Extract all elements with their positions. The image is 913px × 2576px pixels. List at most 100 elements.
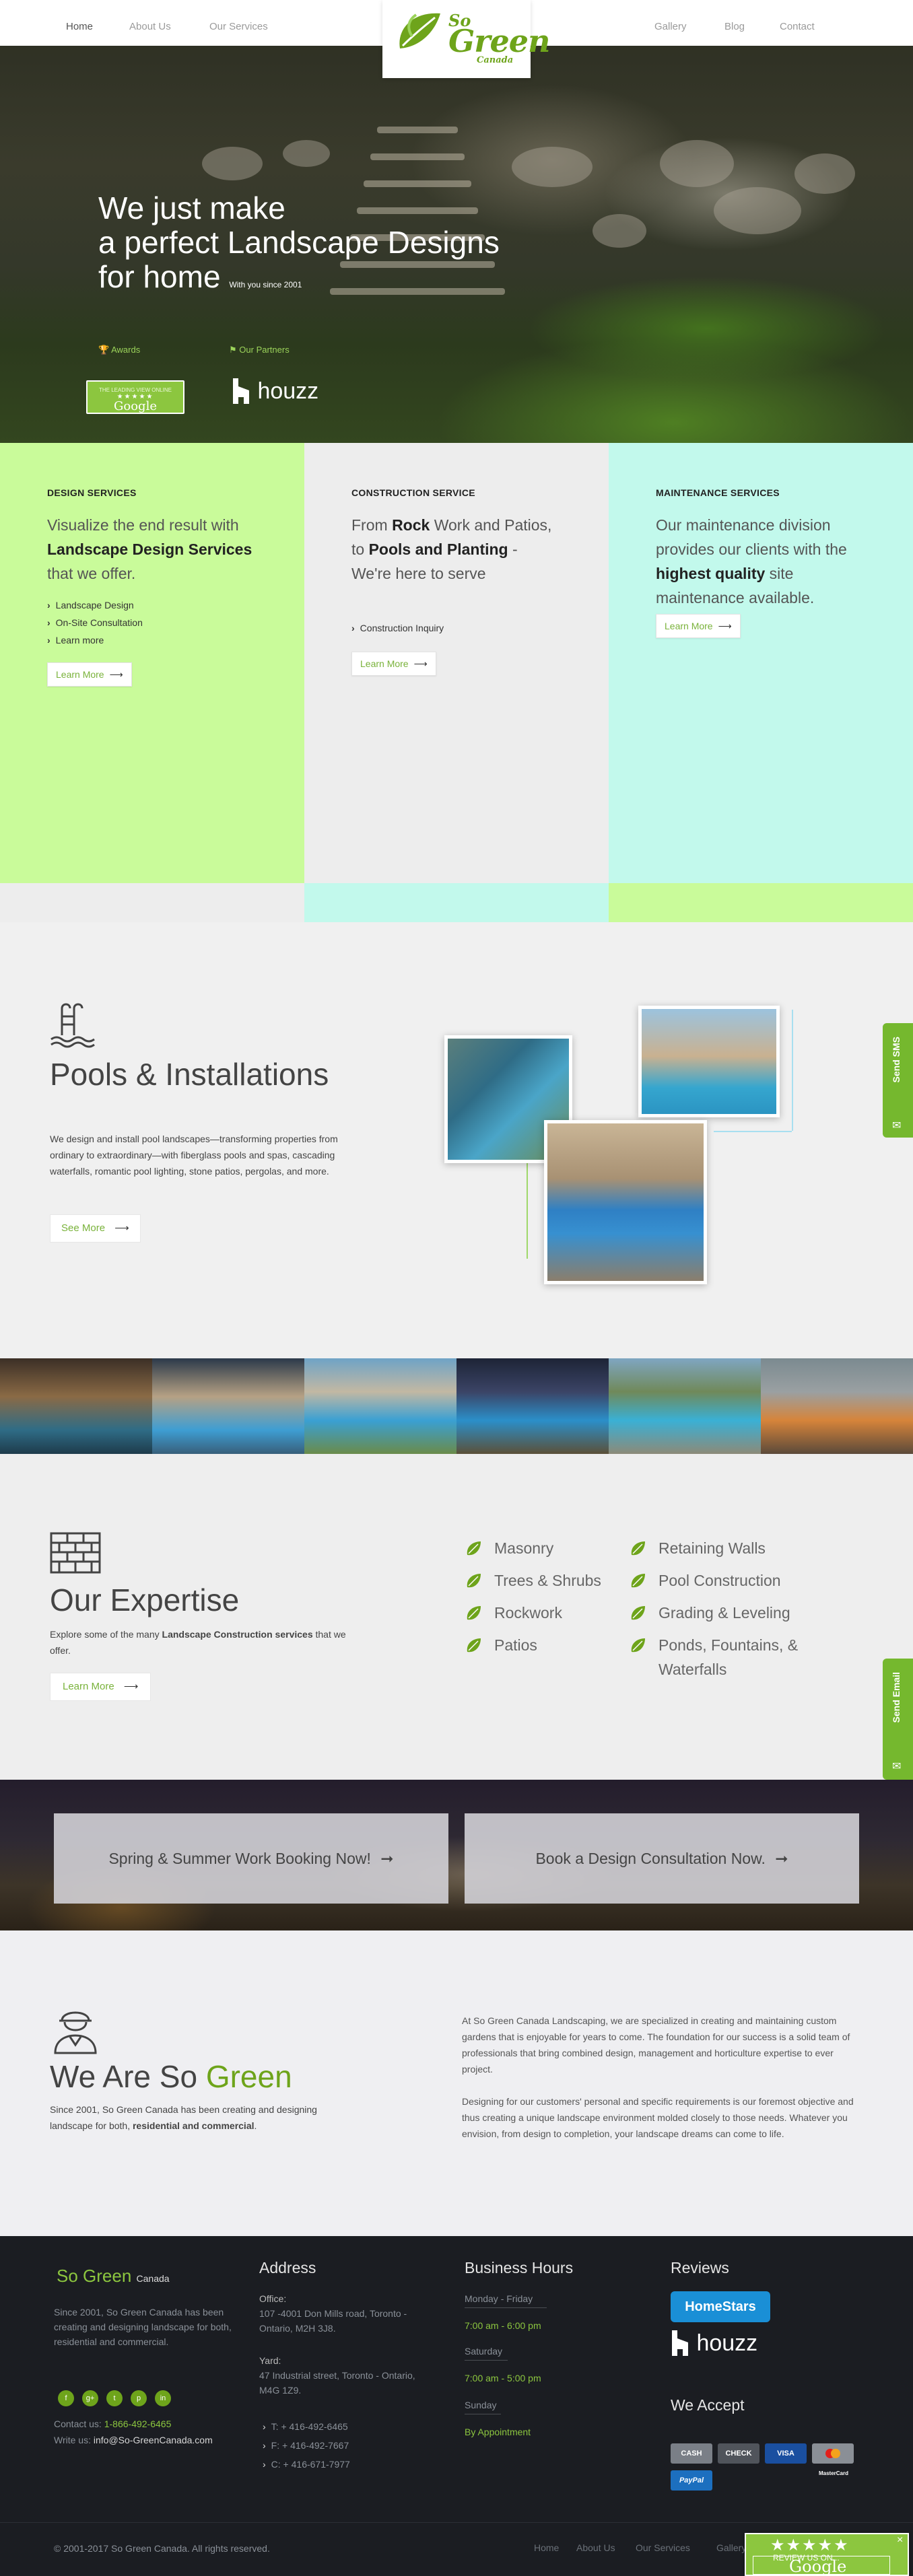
- write-email[interactable]: info@So-GreenCanada.com: [94, 2435, 213, 2445]
- design-learn-more-button[interactable]: Learn More ⟶: [47, 662, 132, 687]
- facebook-icon[interactable]: f: [58, 2390, 74, 2406]
- send-sms-label: Send SMS: [891, 1037, 902, 1083]
- linkedin-icon[interactable]: in: [155, 2390, 171, 2406]
- leaf-icon: [631, 1541, 645, 1556]
- cash-payment-icon: CASH: [671, 2443, 712, 2464]
- hours-day: Saturday: [465, 2346, 503, 2357]
- houzz-footer-logo[interactable]: houzz: [671, 2329, 778, 2360]
- contact-phone[interactable]: 1-866-492-6465: [104, 2418, 172, 2429]
- phone-line[interactable]: › C: + 416-671-7977: [263, 2457, 350, 2472]
- nav-home[interactable]: Home: [66, 21, 93, 32]
- footer-write: Write us: info@So-GreenCanada.com: [54, 2433, 229, 2447]
- hours-time: 7:00 am - 6:00 pm: [465, 2320, 541, 2331]
- desc-text: Explore some of the many: [50, 1629, 162, 1640]
- expertise-title: Our Expertise: [50, 1582, 240, 1617]
- leaf-icon: [467, 1541, 481, 1556]
- construction-service-title: CONSTRUCTION SERVICE: [351, 487, 475, 498]
- list-item[interactable]: On-Site Consultation: [47, 614, 143, 631]
- lead-bold: highest quality: [656, 565, 766, 582]
- copyright-text: © 2001-2017 So Green Canada. All rights …: [54, 2543, 270, 2554]
- office-address: 107 -4001 Don Mills road, Toronto - Onta…: [259, 2308, 407, 2334]
- gallery-image[interactable]: [152, 1358, 304, 1454]
- phone-line[interactable]: › T: + 416-492-6465: [263, 2419, 348, 2434]
- nav-gallery[interactable]: Gallery: [654, 21, 687, 32]
- homestars-logo[interactable]: HomeStars: [671, 2291, 770, 2322]
- send-sms-tab[interactable]: Send SMS ✉: [883, 1023, 913, 1138]
- arrow-right-icon: ⟶: [413, 658, 428, 669]
- nav-contact[interactable]: Contact: [780, 21, 815, 32]
- arrow-right-icon: ⟶: [123, 1681, 139, 1692]
- pool-photo-indoor[interactable]: [544, 1120, 707, 1284]
- spring-summer-booking-button[interactable]: Spring & Summer Work Booking Now! ➞: [54, 1813, 448, 1904]
- expertise-learn-more-button[interactable]: Learn More ⟶: [50, 1673, 151, 1701]
- about-paragraph-2: Designing for our customers' personal an…: [462, 2096, 854, 2139]
- decor-line: [792, 1010, 793, 1131]
- maintenance-learn-more-button[interactable]: Learn More ⟶: [656, 614, 741, 638]
- footer-about-text: Since 2001, So Green Canada has been cre…: [54, 2307, 232, 2347]
- list-item[interactable]: Landscape Design: [47, 596, 143, 614]
- arrow-right-icon: ⟶: [718, 621, 732, 631]
- send-email-tab[interactable]: Send Email ✉: [883, 1659, 913, 1780]
- review-stars: ★★★★★: [770, 2536, 850, 2554]
- list-item[interactable]: Construction Inquiry: [351, 619, 444, 637]
- construction-worker-icon: [54, 2011, 97, 2054]
- gallery-image[interactable]: [304, 1358, 456, 1454]
- nav-blog[interactable]: Blog: [724, 21, 745, 32]
- houzz-icon: [672, 2330, 688, 2356]
- trophy-icon: 🏆: [98, 345, 110, 355]
- gallery-image[interactable]: [0, 1358, 152, 1454]
- reviews-heading: Reviews: [671, 2259, 729, 2276]
- handshake-icon: ⚑: [229, 345, 237, 355]
- pools-title: Pools & Installations: [50, 1057, 329, 1092]
- nav-our-services[interactable]: Our Services: [209, 21, 268, 32]
- arrow-right-icon: ⟶: [114, 1222, 129, 1234]
- lead-bold: Pools and Planting: [368, 541, 508, 558]
- google-plus-icon[interactable]: g+: [82, 2390, 98, 2406]
- mastercard-text: MasterCard: [818, 2470, 848, 2476]
- twitter-icon[interactable]: t: [106, 2390, 123, 2406]
- google-award-badge[interactable]: THE LEADING VIEW ONLINE ★★★★★ Google: [86, 380, 184, 414]
- brick-wall-icon: [50, 1532, 101, 1574]
- pools-description: We design and install pool landscapes—tr…: [50, 1134, 338, 1177]
- lead-bold: Rock: [392, 516, 430, 534]
- footer-link-home[interactable]: Home: [534, 2542, 559, 2553]
- pinterest-icon[interactable]: p: [131, 2390, 147, 2406]
- homestars-text: HomeStars: [685, 2299, 756, 2314]
- pool-ladder-icon: [50, 1003, 95, 1048]
- gallery-image[interactable]: [761, 1358, 913, 1454]
- footer-brand-a: So Green: [57, 2266, 132, 2286]
- button-label: See More: [61, 1222, 106, 1234]
- pool-photo-rockscape[interactable]: [638, 1006, 780, 1117]
- hero-since: With you since 2001: [229, 280, 302, 289]
- expertise-item: Grading & Leveling: [629, 1601, 790, 1625]
- houzz-text: houzz: [696, 2330, 758, 2356]
- expertise-item: Retaining Walls: [629, 1536, 766, 1560]
- expertise-item-label: Masonry: [494, 1539, 554, 1557]
- construction-learn-more-button[interactable]: Learn More ⟶: [351, 652, 436, 676]
- design-services-lead: Visualize the end result with Landscape …: [47, 513, 256, 586]
- design-consultation-button[interactable]: Book a Design Consultation Now. ➞: [465, 1813, 859, 1904]
- footer-link-our-services[interactable]: Our Services: [636, 2542, 690, 2553]
- yard-label: Yard:: [259, 2355, 281, 2366]
- lead-text: Our maintenance division provides our cl…: [656, 516, 847, 558]
- phone-line[interactable]: › F: + 416-492-7667: [263, 2438, 349, 2453]
- review-us-google-badge[interactable]: ★★★★★ REVIEW US ON... Google ×: [745, 2533, 909, 2576]
- paypal-payment-icon: PayPal: [671, 2470, 712, 2491]
- gallery-image[interactable]: [456, 1358, 609, 1454]
- footer-link-gallery[interactable]: Gallery: [716, 2542, 746, 2553]
- desc-bold: Landscape Construction services: [162, 1629, 313, 1640]
- design-services-list: Landscape Design On-Site Consultation Le…: [47, 596, 143, 649]
- footer-link-about-us[interactable]: About Us: [576, 2542, 615, 2553]
- divider: [465, 2360, 508, 2361]
- houzz-partner-logo[interactable]: houzz: [232, 377, 333, 411]
- list-item[interactable]: Learn more: [47, 631, 143, 649]
- expertise-item: Pool Construction: [629, 1568, 781, 1593]
- nav-about-us[interactable]: About Us: [129, 21, 171, 32]
- construction-service-list: Construction Inquiry: [351, 619, 444, 637]
- gallery-image[interactable]: [609, 1358, 761, 1454]
- site-logo[interactable]: So Green Canada: [382, 0, 550, 78]
- houzz-text: houzz: [257, 378, 319, 404]
- close-icon[interactable]: ×: [897, 2534, 903, 2546]
- pools-see-more-button[interactable]: See More ⟶: [50, 1214, 141, 1243]
- phone-text: T: + 416-492-6465: [271, 2421, 348, 2432]
